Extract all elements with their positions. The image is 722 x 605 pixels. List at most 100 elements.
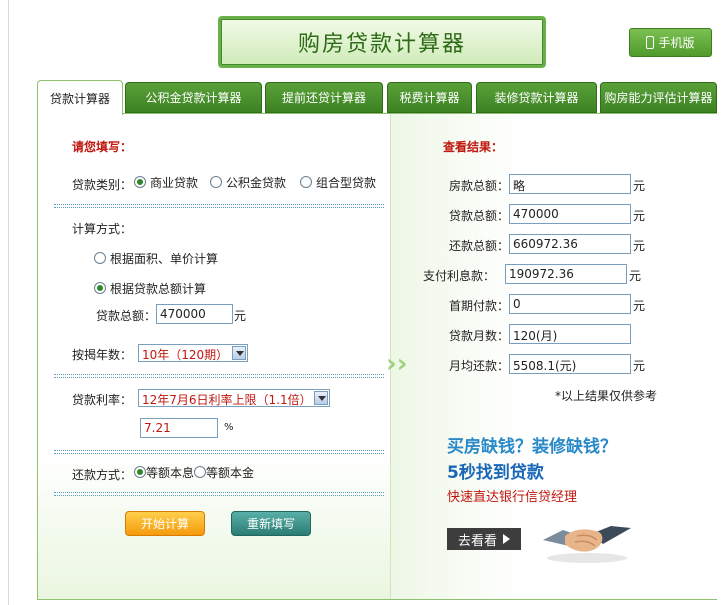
tab-label: 购房能力评估计算器 [604,91,713,105]
result-label: 支付利息款： [422,269,495,283]
divider [54,204,384,205]
result-label: 贷款总额： [448,209,509,223]
mobile-version-button[interactable]: 手机版 [629,28,712,57]
divider [54,207,384,208]
tab-loan-calculator[interactable]: 贷款计算器 [37,80,123,115]
tab-fund-loan-calculator[interactable]: 公积金贷款计算器 [125,82,262,113]
option-label: 公积金贷款 [226,176,287,190]
tab-affordability-calculator[interactable]: 购房能力评估计算器 [600,82,717,113]
results-heading: 查看结果： [443,140,504,154]
calc-by-total[interactable]: 根据贷款总额计算 [94,280,206,297]
handshake-icon [543,526,631,563]
repay-label: 还款方式： [72,468,133,482]
option-label: 商业贷款 [150,176,199,190]
result-loan-total: 470000 [509,204,631,224]
title-banner: 购房贷款计算器 [218,16,546,68]
play-icon [503,534,510,544]
left-border [8,0,9,605]
phone-icon [646,36,655,49]
result-house-total: 略 [509,174,631,194]
loan-total-unit: 元 [234,309,247,323]
results-note: *以上结果仅供参考 [555,389,658,403]
result-months: 120(月) [509,324,631,344]
rate-select[interactable]: 12年7月6日利率上限（1.1倍） [138,389,330,407]
rate-unit: % [224,422,234,433]
divider [54,450,384,451]
rate-label: 贷款利率： [72,393,133,407]
result-label: 首期付款： [448,299,509,313]
years-select[interactable]: 10年（120期） [138,344,248,362]
result-label: 贷款月数： [448,329,509,343]
input-column: 请您填写： 贷款类别： 商业贷款 公积金贷款 组合型贷款 计算方式： 根据面积、… [38,114,390,599]
page: 购房贷款计算器 手机版 贷款计算器 公积金贷款计算器 提前还贷计算器 税费计算器… [0,0,722,605]
radio-icon [134,176,146,188]
radio-icon [94,282,106,294]
divider [54,492,384,493]
tab-decoration-loan-calculator[interactable]: 装修贷款计算器 [476,82,597,113]
ad-subheadline: 5秒找到贷款 [447,463,544,483]
result-repay-total: 660972.36 [509,234,631,254]
result-unit: 元 [633,359,646,373]
chevron-right-icon: ›› [386,349,408,379]
rate-value: 12年7月6日利率上限（1.1倍） [142,393,312,407]
loan-type-combined[interactable]: 组合型贷款 [300,174,376,191]
option-label: 等额本金 [206,466,255,480]
tab-label: 装修贷款计算器 [494,91,579,105]
loan-type-commercial[interactable]: 商业贷款 [134,174,198,191]
loan-total-input[interactable]: 470000 [156,304,233,324]
repay-equal-principal[interactable]: 等额本金 [194,464,254,481]
chevron-down-icon [314,391,328,405]
radio-icon [94,252,106,264]
divider [54,453,384,454]
result-monthly-payment: 5508.1(元) [509,354,631,374]
tab-prepayment-calculator[interactable]: 提前还贷计算器 [265,82,383,113]
option-label: 根据贷款总额计算 [110,282,207,296]
option-label: 组合型贷款 [316,176,377,190]
result-unit: 元 [633,179,646,193]
results-column: 查看结果： 房款总额： 略 元 贷款总额： 470000 元 还款总额： 660… [390,114,717,599]
calc-method-label: 计算方式： [72,222,133,236]
result-unit: 元 [633,239,646,253]
loan-type-fund[interactable]: 公积金贷款 [210,174,286,191]
form-heading: 请您填写： [72,140,133,154]
chevron-down-icon [232,346,246,360]
page-title: 购房贷款计算器 [297,32,466,57]
ad-tagline: 快速直达银行信贷经理 [447,490,578,505]
tab-label: 税费计算器 [399,91,460,105]
calc-by-area[interactable]: 根据面积、单价计算 [94,250,218,267]
radio-icon [194,466,206,478]
mobile-version-label: 手机版 [658,36,695,50]
start-calculation-button[interactable]: 开始计算 [125,511,205,536]
radio-icon [300,176,312,188]
radio-icon [210,176,222,188]
option-label: 等额本息 [146,466,195,480]
years-value: 10年（120期） [142,348,229,362]
result-label: 还款总额： [448,239,509,253]
tab-bar: 贷款计算器 公积金贷款计算器 提前还贷计算器 税费计算器 装修贷款计算器 购房能… [37,80,717,115]
result-label: 房款总额： [448,179,509,193]
radio-icon [134,466,146,478]
result-interest: 190972.36 [505,264,627,284]
repay-equal-installment[interactable]: 等额本息 [134,464,194,481]
calculator-panel: 请您填写： 贷款类别： 商业贷款 公积金贷款 组合型贷款 计算方式： 根据面积、… [37,113,717,600]
tab-tax-calculator[interactable]: 税费计算器 [387,82,472,113]
divider [54,374,384,375]
tab-label: 公积金贷款计算器 [145,91,242,105]
loan-total-label: 贷款总额： [96,309,157,323]
ad-headline: 买房缺钱？装修缺钱？ [447,437,617,457]
result-unit: 元 [629,269,642,283]
tab-label: 提前还贷计算器 [281,91,366,105]
reset-button[interactable]: 重新填写 [231,511,311,536]
option-label: 根据面积、单价计算 [110,252,219,266]
tab-label: 贷款计算器 [49,91,110,106]
years-label: 按揭年数： [72,348,133,362]
result-unit: 元 [633,209,646,223]
loan-type-label: 贷款类别： [72,178,133,192]
rate-input[interactable]: 7.21 [140,418,218,438]
divider [54,377,384,378]
go-look-button[interactable]: 去看看 [447,528,521,550]
go-look-label: 去看看 [457,533,497,549]
result-down-payment: 0 [509,294,631,314]
result-unit: 元 [633,299,646,313]
divider [54,495,384,496]
